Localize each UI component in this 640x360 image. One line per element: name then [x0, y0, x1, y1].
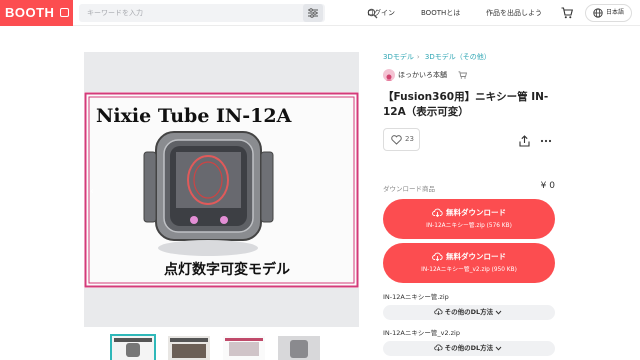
login-link[interactable]: ログイン	[367, 0, 395, 26]
search-input[interactable]	[79, 4, 299, 22]
cart-icon[interactable]	[561, 7, 573, 19]
filter-button[interactable]	[303, 4, 323, 22]
product-gallery: Nixie Tube IN-12A 点灯数字可変モデル ‹ ›	[84, 52, 359, 327]
thumbnail-strip	[84, 334, 359, 360]
like-button[interactable]: 23	[383, 128, 420, 151]
download-file-info: IN-12Aニキシー管.zip (576 KB)	[426, 223, 512, 229]
language-label: 日本語	[606, 9, 625, 16]
sliders-icon	[308, 8, 318, 18]
thumbnail-4[interactable]	[278, 336, 320, 360]
share-icon[interactable]	[519, 135, 530, 147]
like-count: 23	[405, 135, 414, 143]
download-product-label: ダウンロード商品	[383, 185, 435, 193]
heart-icon	[391, 135, 402, 145]
other-download-methods-2[interactable]: その他のDL方法	[383, 341, 555, 356]
free-download-label: 無料ダウンロード	[446, 252, 506, 261]
prev-image-arrow[interactable]: ‹	[87, 185, 97, 199]
download-file-info: IN-12Aニキシー管_v2.zip (950 KB)	[421, 267, 517, 273]
free-download-label: 無料ダウンロード	[446, 208, 506, 217]
more-options-icon[interactable]	[540, 135, 552, 147]
search-bar	[79, 4, 378, 22]
cloud-download-icon	[432, 208, 443, 218]
cloud-download-icon	[433, 344, 443, 352]
shop-cart-icon	[458, 71, 467, 79]
breadcrumb-item-3d-models[interactable]: 3Dモデル	[383, 53, 414, 61]
image-title-text: Nixie Tube IN-12A	[96, 105, 292, 127]
booth-logo[interactable]: BOOTH	[0, 0, 73, 26]
product-main-image[interactable]: Nixie Tube IN-12A 点灯数字可変モデル	[84, 92, 359, 288]
thumbnail-1[interactable]	[110, 334, 156, 360]
breadcrumb-item-3d-models-other[interactable]: 3Dモデル（その他）	[425, 53, 491, 61]
other-download-label: その他のDL方法	[444, 308, 494, 316]
shop-avatar[interactable]	[383, 69, 395, 81]
product-title: 【Fusion360用】ニキシー管 IN-12A（表示可変）	[383, 91, 549, 118]
chevron-down-icon	[496, 310, 502, 315]
about-booth-link[interactable]: BOOTHとは	[421, 0, 460, 26]
chevron-down-icon	[496, 346, 502, 351]
logo-text: BOOTH	[5, 5, 55, 20]
site-header: BOOTH ログイン BOOTHとは 作品を出品しよう 日本	[0, 0, 640, 26]
image-caption-text: 点灯数字可変モデル	[164, 261, 290, 278]
thumbnail-3[interactable]	[223, 336, 265, 360]
breadcrumb: 3Dモデル › 3Dモデル（その他）	[383, 52, 494, 62]
other-download-label: その他のDL方法	[444, 344, 494, 352]
breadcrumb-separator: ›	[416, 53, 420, 61]
cloud-download-icon	[432, 252, 443, 262]
thumbnail-2[interactable]	[168, 336, 210, 360]
start-selling-link[interactable]: 作品を出品しよう	[486, 0, 542, 26]
cloud-download-icon	[433, 308, 443, 316]
language-selector[interactable]: 日本語	[585, 4, 632, 22]
free-download-button-2[interactable]: 無料ダウンロード IN-12Aニキシー管_v2.zip (950 KB)	[383, 243, 555, 283]
globe-icon	[593, 8, 603, 18]
file-name-2: IN-12Aニキシー管_v2.zip	[383, 329, 460, 337]
file-name-1: IN-12Aニキシー管.zip	[383, 293, 449, 301]
shop-name[interactable]: ほっかいろ本舗	[398, 68, 447, 82]
free-download-button-1[interactable]: 無料ダウンロード IN-12Aニキシー管.zip (576 KB)	[383, 199, 555, 239]
next-image-arrow[interactable]: ›	[346, 185, 356, 199]
price: ¥ 0	[540, 181, 555, 191]
bag-icon	[60, 8, 69, 17]
other-download-methods-1[interactable]: その他のDL方法	[383, 305, 555, 320]
